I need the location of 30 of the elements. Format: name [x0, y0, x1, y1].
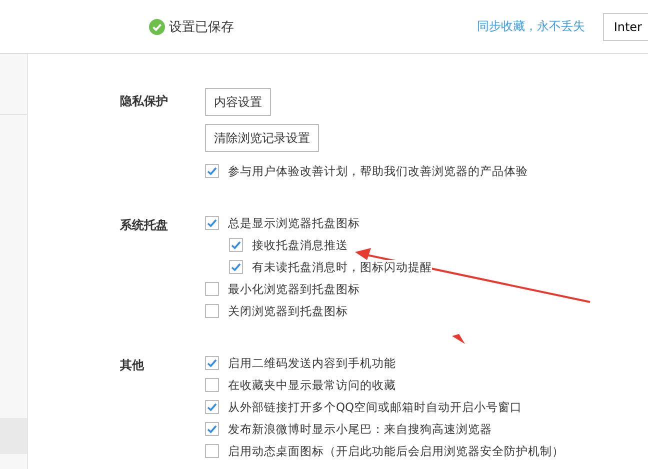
checkbox[interactable]	[229, 260, 243, 274]
checkbox[interactable]	[205, 282, 219, 296]
checkbox-label: 在收藏夹中显示最常访问的收藏	[228, 378, 396, 392]
checkbox[interactable]	[205, 444, 219, 458]
checkbox-label: 最小化浏览器到托盘图标	[228, 282, 360, 296]
checkbox-label: 有未读托盘消息时，图标闪动提醒	[252, 260, 432, 274]
checkbox[interactable]	[205, 422, 219, 436]
checkbox[interactable]	[229, 238, 243, 252]
section-label: 隐私保护	[120, 93, 169, 110]
settings-button[interactable]: 内容设置	[205, 88, 271, 116]
header-button[interactable]: Inter	[602, 12, 648, 40]
checkbox[interactable]	[205, 304, 219, 318]
checkbox[interactable]	[205, 356, 219, 370]
checkbox[interactable]	[205, 216, 219, 230]
checkbox-label: 关闭浏览器到托盘图标	[228, 304, 348, 318]
settings-button[interactable]: 清除浏览记录设置	[205, 124, 319, 152]
checkbox-label: 接收托盘消息推送	[252, 238, 348, 252]
status-text: 设置已保存	[169, 18, 234, 36]
checkbox-label: 总是显示浏览器托盘图标	[228, 216, 360, 230]
checkbox[interactable]	[205, 400, 219, 414]
checkbox-label: 启用二维码发送内容到手机功能	[228, 356, 396, 370]
section-label: 系统托盘	[120, 217, 169, 234]
checkbox-label: 发布新浪微博时显示小尾巴：来自搜狗高速浏览器	[228, 422, 492, 436]
checkbox-label: 参与用户体验改善计划，帮助我们改善浏览器的产品体验	[228, 164, 528, 178]
checkbox[interactable]	[205, 164, 219, 178]
checkbox[interactable]	[205, 378, 219, 392]
check-circle-icon	[149, 18, 165, 34]
checkbox-label: 从外部链接打开多个QQ空间或邮箱时自动开启小号窗口	[228, 400, 522, 414]
section-label: 其他	[120, 357, 145, 374]
annotation-arrowhead	[452, 334, 466, 344]
